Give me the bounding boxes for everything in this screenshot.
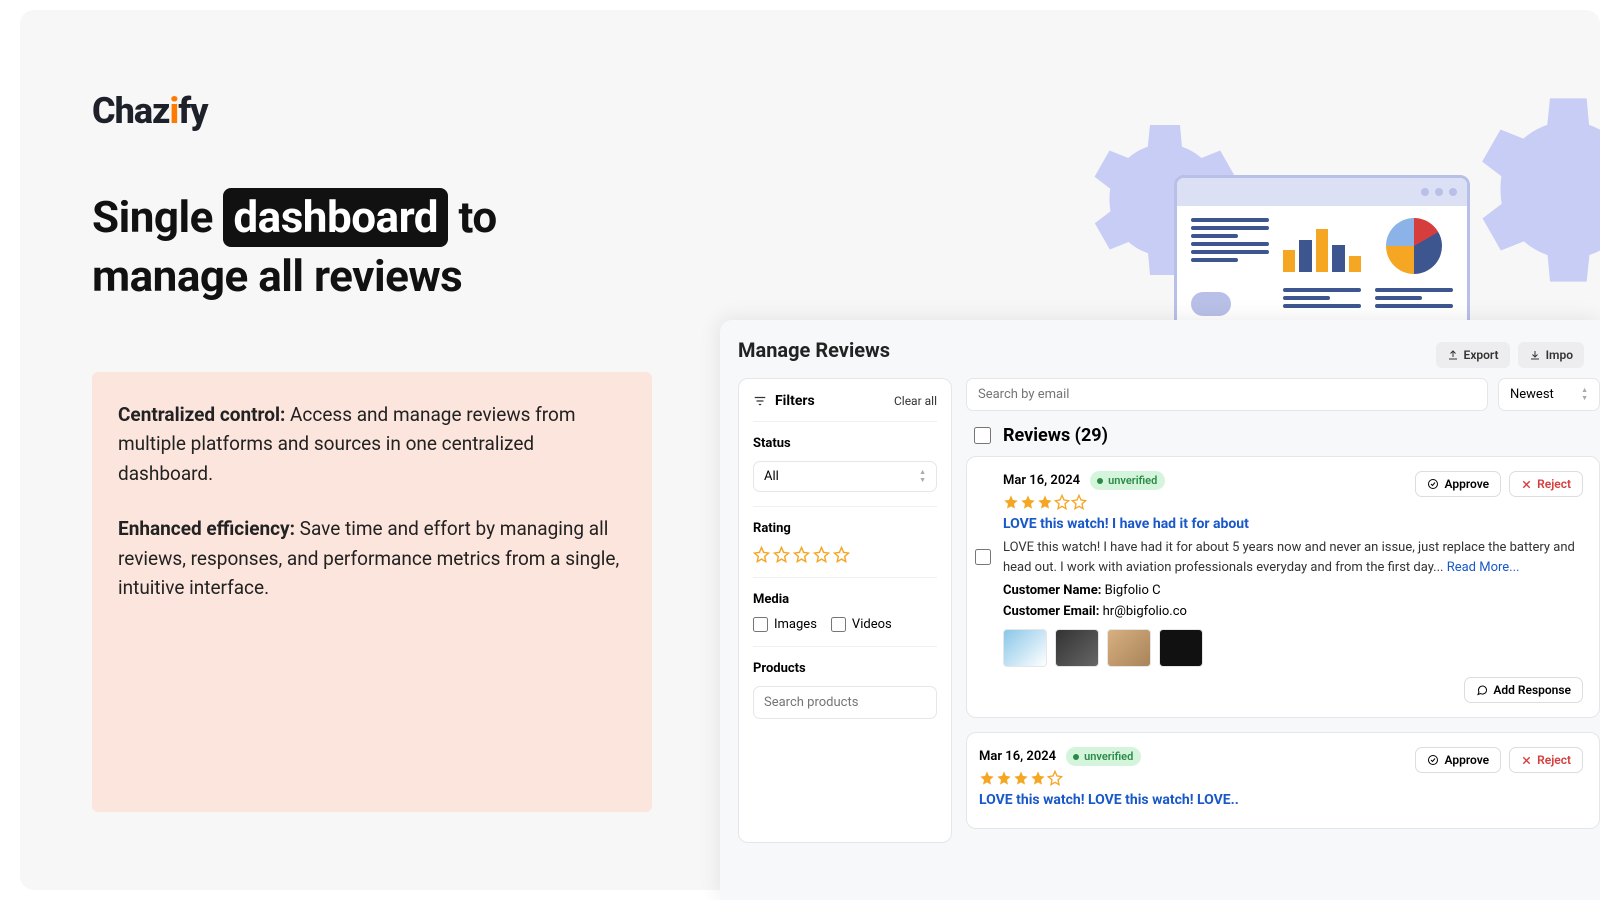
review-date: Mar 16, 2024 — [979, 749, 1056, 764]
app-dashboard: Manage Reviews Export Impo Filters Clear… — [720, 320, 1600, 900]
check-circle-icon — [1427, 754, 1439, 766]
review-card: Mar 16, 2024 unverified — [966, 732, 1600, 829]
page-headline: Single dashboard to manage all reviews — [92, 188, 592, 306]
thumbnail[interactable] — [1003, 629, 1047, 667]
images-checkbox[interactable]: Images — [753, 617, 817, 632]
add-response-button[interactable]: Add Response — [1464, 677, 1583, 703]
feature-item: Enhanced efficiency: Save time and effor… — [118, 514, 626, 602]
review-rating — [979, 770, 1141, 786]
select-caret-icon: ▲▼ — [919, 469, 926, 484]
status-badge: unverified — [1066, 747, 1141, 766]
review-thumbnails — [1003, 629, 1583, 667]
reject-button[interactable]: Reject — [1509, 471, 1583, 497]
select-caret-icon: ▲▼ — [1581, 387, 1588, 402]
feature-item: Centralized control: Access and manage r… — [118, 400, 626, 488]
approve-button[interactable]: Approve — [1415, 747, 1501, 773]
clear-all-link[interactable]: Clear all — [894, 394, 937, 408]
filters-title: Filters — [753, 393, 815, 409]
import-button[interactable]: Impo — [1518, 342, 1584, 368]
x-icon — [1521, 755, 1532, 766]
review-rating — [1003, 494, 1165, 510]
approve-button[interactable]: Approve — [1415, 471, 1501, 497]
check-circle-icon — [1427, 478, 1439, 490]
star-icon[interactable] — [793, 546, 810, 563]
reviews-count: Reviews (29) — [1003, 425, 1108, 446]
reject-button[interactable]: Reject — [1509, 747, 1583, 773]
status-select[interactable]: All ▲▼ — [753, 461, 937, 492]
rating-filter[interactable] — [753, 546, 937, 563]
rating-label: Rating — [753, 521, 937, 536]
filters-panel: Filters Clear all Status All ▲▼ Rating — [738, 378, 952, 843]
review-text: LOVE this watch! I have had it for about… — [1003, 538, 1583, 577]
features-panel: Centralized control: Access and manage r… — [92, 372, 652, 812]
products-search-input[interactable] — [753, 686, 937, 719]
customer-email: Customer Email: hr@bigfolio.co — [1003, 604, 1583, 619]
export-button[interactable]: Export — [1436, 342, 1510, 368]
select-all-checkbox[interactable] — [974, 427, 991, 444]
products-label: Products — [753, 661, 937, 676]
review-checkbox[interactable] — [975, 549, 991, 565]
star-icon[interactable] — [773, 546, 790, 563]
media-label: Media — [753, 592, 937, 607]
x-icon — [1521, 479, 1532, 490]
star-icon[interactable] — [833, 546, 850, 563]
filter-icon — [753, 394, 767, 408]
videos-checkbox[interactable]: Videos — [831, 617, 892, 632]
customer-name: Customer Name: Bigfolio C — [1003, 583, 1583, 598]
thumbnail[interactable] — [1107, 629, 1151, 667]
thumbnail[interactable] — [1159, 629, 1203, 667]
review-card: Mar 16, 2024 unverified — [966, 456, 1600, 718]
sort-select[interactable]: Newest ▲▼ — [1498, 378, 1600, 411]
review-title: LOVE this watch! I have had it for about — [1003, 516, 1583, 532]
review-date: Mar 16, 2024 — [1003, 473, 1080, 488]
brand-logo: Chazify — [92, 90, 208, 132]
read-more-link[interactable]: Read More... — [1447, 560, 1520, 575]
status-label: Status — [753, 436, 937, 451]
search-input[interactable] — [966, 378, 1488, 411]
star-icon[interactable] — [813, 546, 830, 563]
star-icon[interactable] — [753, 546, 770, 563]
thumbnail[interactable] — [1055, 629, 1099, 667]
status-badge: unverified — [1090, 471, 1165, 490]
review-title: LOVE this watch! LOVE this watch! LOVE.. — [979, 792, 1583, 808]
chat-icon — [1476, 684, 1488, 696]
